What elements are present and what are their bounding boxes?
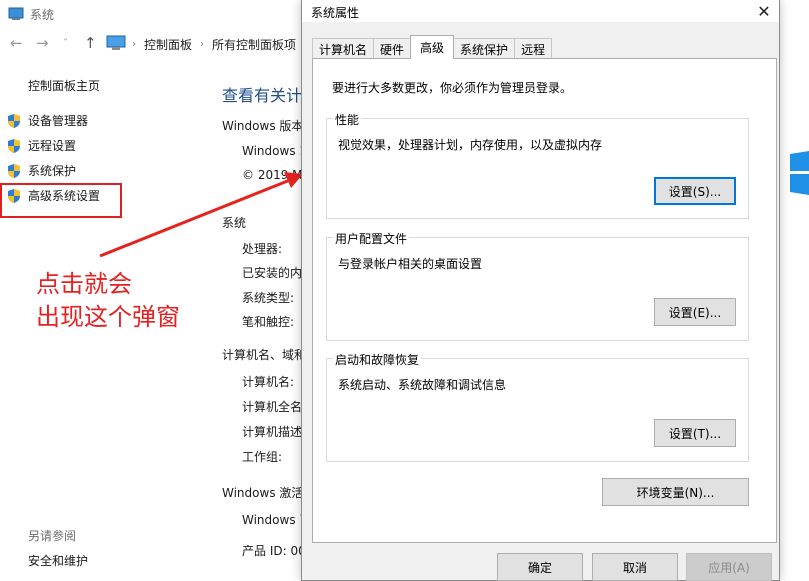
dialog-title: 系统属性 — [311, 6, 360, 20]
admin-notice: 要进行大多数更改，你必须作为管理员登录。 — [332, 81, 573, 95]
tab-remote[interactable]: 远程 — [514, 38, 553, 59]
ok-button[interactable]: 确定 — [497, 553, 583, 581]
dialog-titlebar[interactable]: 系统属性 ✕ — [302, 0, 779, 22]
startup-recovery-settings-button[interactable]: 设置(T)... — [654, 419, 736, 447]
system-properties-dialog: 系统属性 ✕ 计算机名 硬件 高级 系统保护 远程 要进行大多数更改，你必须作为… — [301, 0, 780, 581]
performance-label: 性能 — [333, 111, 362, 128]
performance-group: 性能 视觉效果，处理器计划，内存使用，以及虚拟内存 设置(S)... — [326, 111, 749, 219]
tab-system-protection[interactable]: 系统保护 — [453, 38, 516, 59]
cancel-button[interactable]: 取消 — [592, 553, 678, 581]
performance-settings-label: 设置(S)... — [668, 184, 722, 199]
performance-description: 视觉效果，处理器计划，内存使用，以及虚拟内存 — [338, 138, 603, 152]
user-profiles-description: 与登录帐户相关的桌面设置 — [338, 257, 483, 271]
tab-computer-name[interactable]: 计算机名 — [312, 38, 375, 59]
performance-settings-button[interactable]: 设置(S)... — [654, 177, 736, 205]
user-profiles-settings-button[interactable]: 设置(E)... — [654, 298, 736, 326]
user-profiles-group: 用户配置文件 与登录帐户相关的桌面设置 设置(E)... — [326, 230, 749, 341]
startup-recovery-group: 启动和故障恢复 系统启动、系统故障和调试信息 设置(T)... — [326, 351, 749, 462]
apply-button[interactable]: 应用(A) — [686, 553, 772, 581]
tab-hardware[interactable]: 硬件 — [373, 38, 412, 59]
advanced-tab-panel: 要进行大多数更改，你必须作为管理员登录。 性能 视觉效果，处理器计划，内存使用，… — [312, 58, 777, 543]
tab-advanced[interactable]: 高级 — [410, 35, 455, 59]
environment-variables-button[interactable]: 环境变量(N)... — [602, 478, 749, 506]
startup-recovery-label: 启动和故障恢复 — [333, 351, 422, 368]
tab-strip: 计算机名 硬件 高级 系统保护 远程 — [312, 35, 553, 59]
startup-recovery-description: 系统启动、系统故障和调试信息 — [338, 378, 507, 392]
user-profiles-label: 用户配置文件 — [333, 230, 410, 247]
close-icon[interactable]: ✕ — [749, 0, 779, 22]
